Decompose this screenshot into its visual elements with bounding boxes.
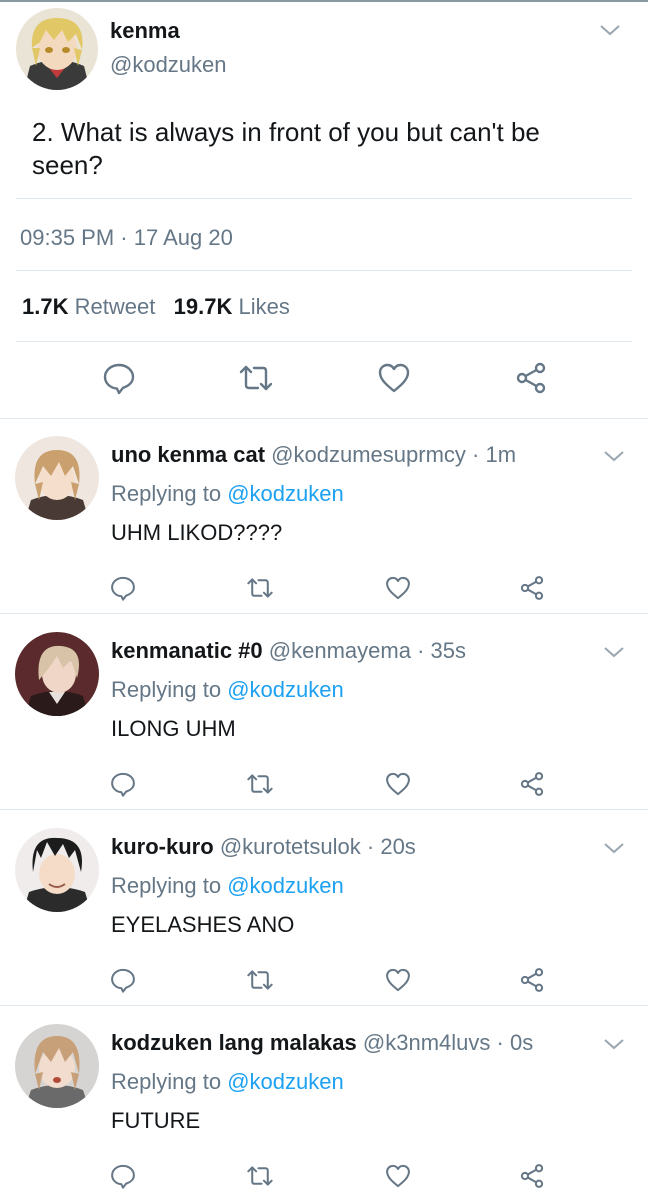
replying-to-label: Replying to [111,873,222,898]
chevron-down-icon[interactable] [602,644,626,660]
like-icon[interactable] [376,360,412,396]
share-icon[interactable] [518,574,546,602]
retweet-icon[interactable] [238,360,274,396]
like-icon[interactable] [384,966,412,994]
author-name[interactable]: kenma [110,18,180,44]
like-icon[interactable] [384,1162,412,1190]
share-icon[interactable] [518,770,546,798]
avatar[interactable] [15,828,99,912]
retweet-count[interactable]: 1.7K [22,294,68,319]
reply-actions [0,770,648,800]
main-tweet-actions [0,360,648,400]
reply-author-handle[interactable]: @kurotetsulok [220,834,361,859]
retweet-icon[interactable] [246,770,274,798]
reply-icon[interactable] [109,966,137,994]
reply-author-handle[interactable]: @k3nm4luvs [363,1030,491,1055]
reply-tweet[interactable]: kuro-kuro @kurotetsulok · 20s Replying t… [0,810,648,1006]
tweet-timestamp[interactable]: 09:35 PM · 17 Aug 20 [20,225,233,251]
reply-header: kodzuken lang malakas @k3nm4luvs · 0s [111,1030,533,1056]
retweet-label[interactable]: Retweet [75,294,156,319]
reply-time: · 0s [496,1030,534,1055]
reply-actions [0,574,648,604]
like-count[interactable]: 19.7K [174,294,233,319]
reply-author-handle[interactable]: @kenmayema [269,638,411,663]
retweet-icon[interactable] [246,574,274,602]
chevron-down-icon[interactable] [602,840,626,856]
reply-icon[interactable] [101,360,137,396]
chevron-down-icon[interactable] [598,22,622,38]
reply-header: kenmanatic #0 @kenmayema · 35s [111,638,466,664]
divider [16,341,632,342]
reply-author-name[interactable]: kenmanatic #0 [111,638,263,663]
divider [16,270,632,271]
author-handle[interactable]: @kodzuken [110,52,227,78]
top-border [0,0,648,2]
replying-to-link[interactable]: @kodzuken [227,481,344,506]
share-icon[interactable] [513,360,549,396]
avatar[interactable] [15,436,99,520]
replying-to: Replying to @kodzuken [111,873,344,899]
replying-to-link[interactable]: @kodzuken [227,873,344,898]
reply-tweet[interactable]: uno kenma cat @kodzumesuprmcy · 1m Reply… [0,418,648,614]
retweet-icon[interactable] [246,1162,274,1190]
like-icon[interactable] [384,574,412,602]
reply-tweet[interactable]: kenmanatic #0 @kenmayema · 35s Replying … [0,614,648,810]
like-icon[interactable] [384,770,412,798]
replying-to-label: Replying to [111,677,222,702]
main-tweet-header: kenma @kodzuken [16,8,632,92]
reply-icon[interactable] [109,574,137,602]
reply-text: FUTURE [111,1108,201,1133]
reply-author-name[interactable]: uno kenma cat [111,442,265,467]
reply-tweet[interactable]: kodzuken lang malakas @k3nm4luvs · 0s Re… [0,1006,648,1200]
replying-to-link[interactable]: @kodzuken [227,1069,344,1094]
share-icon[interactable] [518,966,546,994]
replying-to-label: Replying to [111,481,222,506]
avatar[interactable] [16,8,98,90]
reply-text: ILONG UHM [111,716,236,741]
reply-time: · 20s [366,834,416,859]
replying-to: Replying to @kodzuken [111,481,344,507]
share-icon[interactable] [518,1162,546,1190]
reply-time: · 1m [472,442,517,467]
reply-author-handle[interactable]: @kodzumesuprmcy [271,442,466,467]
reply-header: uno kenma cat @kodzumesuprmcy · 1m [111,442,516,468]
reply-icon[interactable] [109,1162,137,1190]
replying-to: Replying to @kodzuken [111,1069,344,1095]
reply-text: EYELASHES ANO [111,912,295,937]
reply-actions [0,1162,648,1192]
tweet-stats: 1.7K Retweet 19.7K Likes [22,294,290,320]
reply-time: · 35s [417,638,466,663]
reply-author-name[interactable]: kodzuken lang malakas [111,1030,357,1055]
reply-author-name[interactable]: kuro-kuro [111,834,214,859]
chevron-down-icon[interactable] [602,448,626,464]
reply-text: UHM LIKOD???? [111,520,283,545]
replying-to-label: Replying to [111,1069,222,1094]
retweet-icon[interactable] [246,966,274,994]
chevron-down-icon[interactable] [602,1036,626,1052]
replying-to-link[interactable]: @kodzuken [227,677,344,702]
divider [16,198,632,199]
tweet-text: 2. What is always in front of you but ca… [32,117,540,180]
reply-icon[interactable] [109,770,137,798]
replying-to: Replying to @kodzuken [111,677,344,703]
reply-actions [0,966,648,996]
avatar[interactable] [15,632,99,716]
avatar[interactable] [15,1024,99,1108]
like-label[interactable]: Likes [239,294,290,319]
reply-header: kuro-kuro @kurotetsulok · 20s [111,834,416,860]
